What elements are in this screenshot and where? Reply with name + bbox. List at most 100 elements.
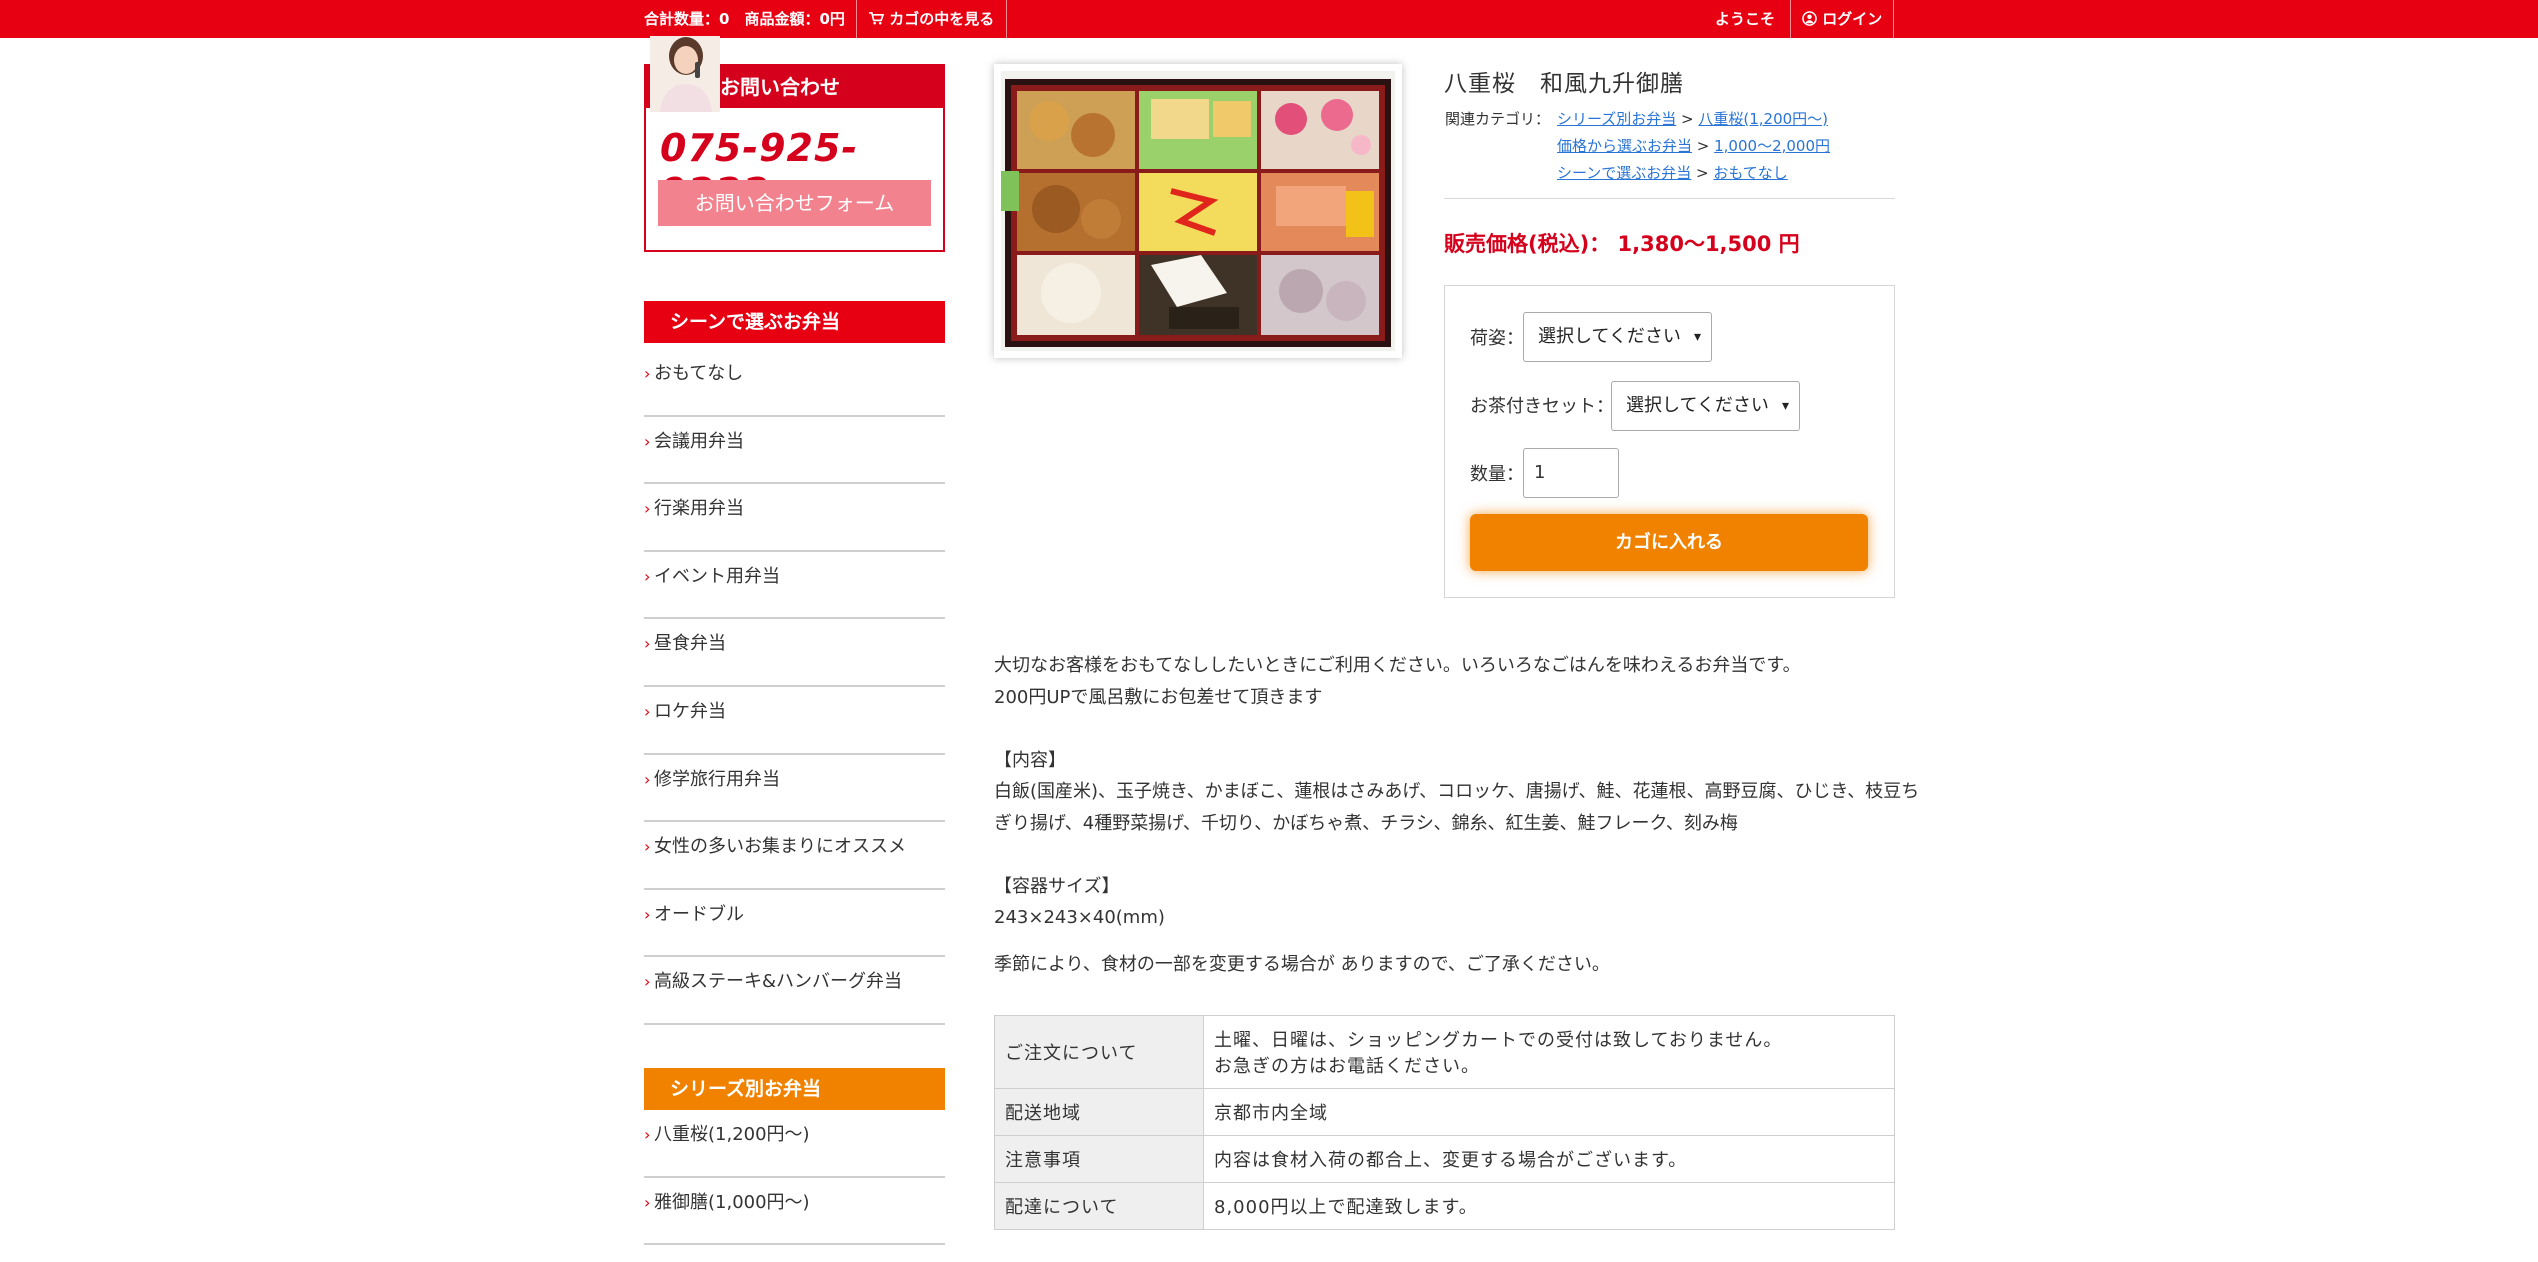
sidebar-item-label: オードブル	[654, 903, 744, 925]
category-link[interactable]: 1,000〜2,000円	[1714, 137, 1830, 155]
table-row: ご注文について 土曜、日曜は、ショッピングカートでの受付は致しておりません。 お…	[994, 1015, 1895, 1089]
sidebar-item-hors-doeuvre[interactable]: › オードブル	[644, 890, 945, 958]
description-line: 200円UPで風呂敷にお包差せて頂きます	[994, 686, 1323, 708]
chevron-down-icon: ▾	[1781, 398, 1789, 414]
sidebar-item-label: 雅御膳(1,000円〜)	[654, 1191, 810, 1213]
divider	[1893, 0, 1894, 38]
contact-form-button[interactable]: お問い合わせフォーム	[658, 180, 931, 226]
top-bar: 合計数量：0 商品金額：0円 カゴの中を見る ようこそ ログイン	[0, 0, 2538, 38]
sidebar-item-label: ロケ弁当	[654, 700, 726, 722]
sidebar-item-miyabi[interactable]: › 雅御膳(1,000円〜)	[644, 1178, 945, 1246]
sidebar-item-label: 会議用弁当	[654, 430, 744, 452]
table-cell: 8,000円以上で配達致します。	[1203, 1182, 1895, 1230]
contents-text: 白飯(国産米)、玉子焼き、かまぼこ、蓮根はさみあげ、コロッケ、唐揚げ、鮭、花蓮根…	[994, 781, 1920, 802]
user-circle-icon	[1802, 11, 1817, 26]
table-cell: 土曜、日曜は、ショッピングカートでの受付は致しておりません。 お急ぎの方はお電話…	[1203, 1015, 1895, 1089]
table-header-cell: 注意事項	[994, 1135, 1204, 1183]
chevron-right-icon: ›	[644, 499, 651, 519]
quantity-label: 数量：	[1470, 464, 1524, 485]
season-note: 季節により、食材の一部を変更する場合が ありますので、ご了承ください。	[994, 954, 1610, 975]
packing-select[interactable]: 選択してください ▾	[1523, 312, 1712, 362]
divider	[1444, 198, 1895, 199]
sidebar-item-meeting[interactable]: › 会議用弁当	[644, 417, 945, 485]
product-description: 大切なお客様をおもてなししたいときにご利用ください。いろいろなごはんを味わえるお…	[994, 650, 1920, 934]
table-header-cell: 配送地域	[994, 1088, 1204, 1136]
sidebar-item-label: 修学旅行用弁当	[654, 768, 780, 790]
chevron-right-icon: ›	[644, 364, 651, 383]
sidebar-item-label: 昼食弁当	[654, 633, 726, 655]
price-label: 販売価格(税込)：	[1444, 232, 1611, 256]
sidebar-item-outing[interactable]: › 行楽用弁当	[644, 484, 945, 552]
tea-set-label: お茶付きセット：	[1470, 396, 1614, 417]
sidebar-item-label: 行楽用弁当	[654, 498, 744, 520]
sidebar-item-label: 高級ステーキ&ハンバーグ弁当	[654, 971, 903, 993]
view-cart-link[interactable]: カゴの中を見る	[869, 0, 994, 38]
contents-heading: 【内容】	[994, 749, 1066, 771]
sidebar-item-yaezakura[interactable]: › 八重桜(1,200円〜)	[644, 1110, 945, 1178]
sidebar-item-label: イベント用弁当	[654, 565, 780, 587]
sidebar-item-steak[interactable]: › 高級ステーキ&ハンバーグ弁当	[644, 957, 945, 1025]
scene-category-heading: シーンで選ぶお弁当	[644, 301, 945, 343]
sidebar-item-label: 女性の多いお集まりにオススメ	[654, 836, 906, 858]
sidebar-item-lunch[interactable]: › 昼食弁当	[644, 619, 945, 687]
sidebar-item-omotenashi[interactable]: › おもてなし	[644, 349, 945, 417]
chevron-right-icon: ›	[644, 837, 651, 857]
container-size-heading: 【容器サイズ】	[994, 875, 1120, 897]
table-cell: 京都市内全域	[1203, 1088, 1895, 1136]
chevron-right-icon: ›	[644, 701, 651, 721]
description-line: 大切なお客様をおもてなししたいときにご利用ください。いろいろなごはんを味わえるお…	[994, 655, 1801, 676]
view-cart-label: カゴの中を見る	[889, 10, 995, 28]
sidebar-item-label: 八重桜(1,200円〜)	[654, 1124, 810, 1145]
chevron-right-icon: ›	[644, 1125, 651, 1144]
category-link[interactable]: シーンで選ぶお弁当	[1557, 164, 1691, 182]
packing-select-value: 選択してください	[1538, 326, 1681, 347]
chevron-right-icon: ›	[644, 431, 651, 451]
container-size-value: 243×243×40(mm)	[994, 907, 1165, 928]
divider	[856, 0, 857, 38]
tea-set-select-value: 選択してください	[1626, 395, 1769, 416]
sidebar-item-label: おもてなし	[654, 363, 744, 384]
sidebar-item-event[interactable]: › イベント用弁当	[644, 552, 945, 620]
sidebar-item-school-trip[interactable]: › 修学旅行用弁当	[644, 755, 945, 823]
table-cell-line: お急ぎの方はお電話ください。	[1214, 1056, 1480, 1077]
category-path: 価格から選ぶお弁当 > 1,000〜2,000円	[1557, 137, 1831, 155]
quantity-input[interactable]: 1	[1523, 448, 1619, 498]
table-header-cell: 配達について	[994, 1182, 1204, 1230]
contact-box: お問い合わせ 075-925-9222 お問い合わせフォーム	[644, 36, 945, 252]
bento-product-image[interactable]	[1001, 71, 1395, 351]
login-label: ログイン	[1822, 10, 1883, 28]
welcome-text: ようこそ	[1715, 10, 1776, 28]
price-value: 1,380〜1,500 円	[1617, 232, 1800, 256]
order-form: 荷姿： 選択してください ▾ お茶付きセット： 選択してください ▾ 数量： 1…	[1444, 285, 1895, 598]
cart-icon	[869, 12, 885, 25]
table-row: 注意事項 内容は食材入荷の都合上、変更する場合がございます。	[994, 1135, 1895, 1183]
category-link[interactable]: 八重桜(1,200円〜)	[1698, 110, 1828, 128]
series-category-heading: シリーズ別お弁当	[644, 1068, 945, 1110]
table-cell: 内容は食材入荷の都合上、変更する場合がございます。	[1203, 1135, 1895, 1183]
order-info-table: ご注文について 土曜、日曜は、ショッピングカートでの受付は致しておりません。 お…	[994, 1015, 1895, 1230]
category-link[interactable]: 価格から選ぶお弁当	[1557, 137, 1692, 155]
chevron-right-icon: ›	[644, 634, 651, 654]
chevron-right-icon: ›	[644, 904, 651, 924]
category-path: シーンで選ぶお弁当 > おもてなし	[1557, 164, 1788, 182]
divider	[1006, 0, 1007, 38]
login-link[interactable]: ログイン	[1802, 0, 1882, 38]
table-header-cell: ご注文について	[994, 1015, 1204, 1089]
table-row: 配達について 8,000円以上で配達致します。	[994, 1182, 1895, 1230]
chevron-right-icon: ›	[644, 1192, 651, 1212]
sidebar-item-location[interactable]: › ロケ弁当	[644, 687, 945, 755]
packing-label: 荷姿：	[1470, 328, 1524, 349]
cart-summary: 合計数量：0 商品金額：0円	[644, 10, 845, 28]
price: 販売価格(税込)： 1,380〜1,500 円	[1444, 228, 1800, 258]
chevron-down-icon: ▾	[1693, 329, 1701, 345]
product-title: 八重桜 和風九升御膳	[1444, 71, 1684, 97]
category-link[interactable]: おもてなし	[1713, 164, 1787, 182]
product-image-frame	[994, 64, 1402, 358]
add-to-cart-button[interactable]: カゴに入れる	[1470, 514, 1868, 571]
operator-image	[650, 36, 720, 112]
tea-set-select[interactable]: 選択してください ▾	[1611, 381, 1800, 431]
category-link[interactable]: シリーズ別お弁当	[1557, 110, 1676, 128]
scene-category-list: › おもてなし › 会議用弁当 › 行楽用弁当 › イベント用弁当 › 昼食弁当 › ロケ弁…	[644, 349, 945, 1025]
sidebar-item-women[interactable]: › 女性の多いお集まりにオススメ	[644, 822, 945, 890]
divider	[1790, 0, 1791, 38]
